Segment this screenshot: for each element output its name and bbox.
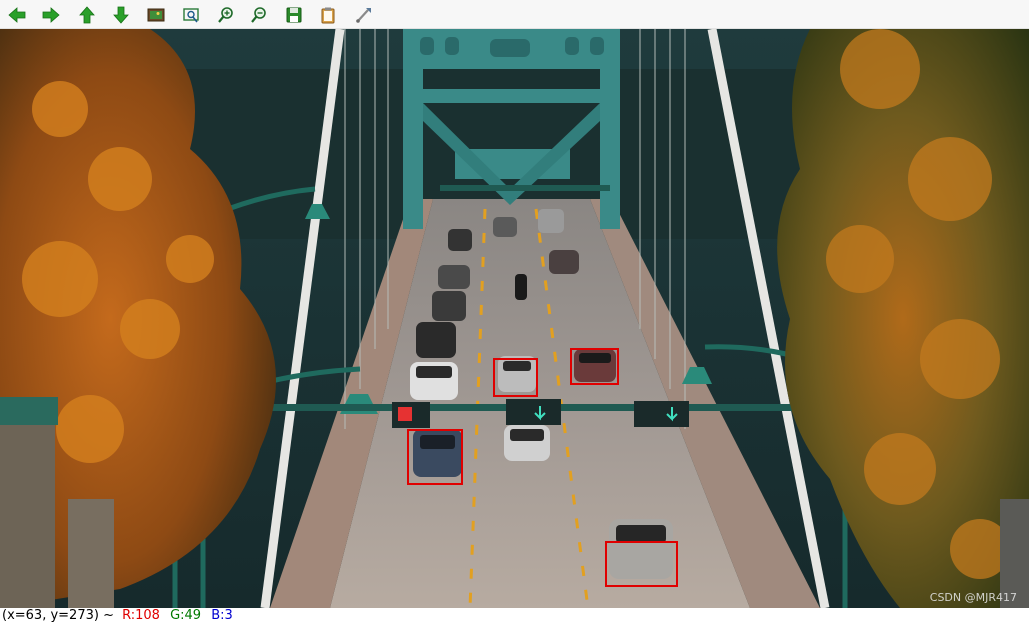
status-bar: (x=63, y=273) ~ R:108 G:49 B:3 — [0, 608, 1029, 624]
pixel-red-value: R:108 — [122, 608, 160, 623]
arrow-left-icon — [8, 7, 26, 23]
zoom-out-button[interactable] — [248, 5, 270, 25]
save-button[interactable] — [283, 5, 305, 25]
save-icon — [286, 7, 302, 23]
arrow-up-icon — [79, 6, 95, 24]
detection-box — [605, 541, 678, 587]
arrow-down-icon — [113, 6, 129, 24]
detection-box — [570, 348, 619, 385]
cursor-coordinates: (x=63, y=273) ~ — [2, 608, 114, 623]
image-canvas[interactable]: CSDN @MJR417 — [0, 29, 1029, 608]
image-icon — [147, 8, 165, 22]
zoom-window-button[interactable] — [180, 5, 202, 25]
watermark-text: CSDN @MJR417 — [929, 591, 1017, 604]
pan-right-button[interactable] — [40, 5, 62, 25]
zoom-out-icon — [251, 7, 266, 23]
copy-button[interactable] — [317, 5, 339, 25]
properties-icon — [356, 8, 371, 23]
bridge-road-image — [0, 29, 1029, 608]
zoom-window-icon — [183, 8, 199, 23]
pan-up-button[interactable] — [76, 5, 98, 25]
zoom-in-button[interactable] — [215, 5, 237, 25]
arrow-right-icon — [42, 7, 60, 23]
zoom-in-icon — [218, 7, 233, 23]
pixel-green-value: G:49 — [170, 608, 202, 623]
properties-button[interactable] — [352, 5, 374, 25]
pan-down-button[interactable] — [110, 5, 132, 25]
image-viewer-window: CSDN @MJR417 (x=63, y=273) ~ R:108 G:49 … — [0, 0, 1029, 624]
detection-box — [407, 429, 463, 485]
image-button[interactable] — [145, 5, 167, 25]
pixel-blue-value: B:3 — [211, 608, 233, 623]
toolbar — [0, 0, 1029, 29]
pan-left-button[interactable] — [6, 5, 28, 25]
copy-icon — [321, 7, 335, 24]
detection-box — [493, 358, 538, 397]
